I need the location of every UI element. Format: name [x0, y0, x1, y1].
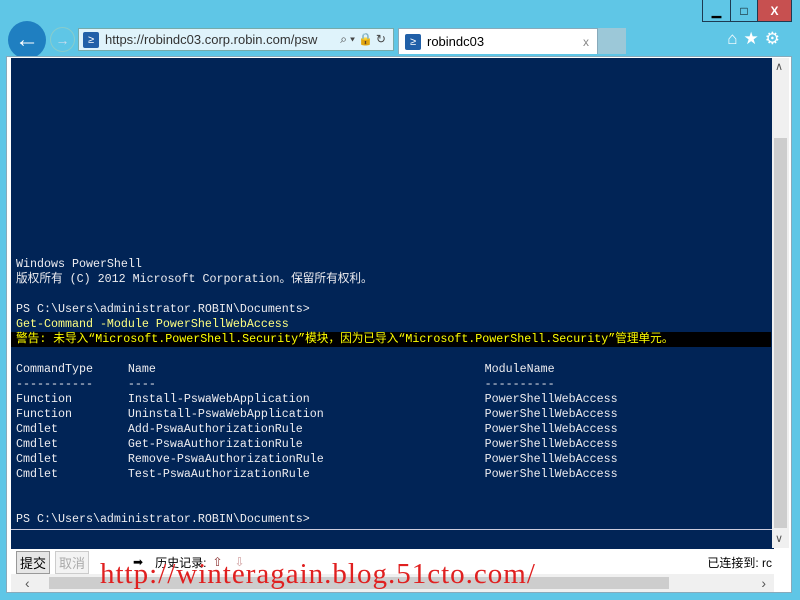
powershell-icon: ≥	[83, 31, 99, 48]
scroll-right-icon[interactable]: ›	[761, 575, 766, 591]
home-favorites-settings-icons[interactable]: ⌂★⚙	[727, 29, 786, 49]
command-line: Get-Command -Module PowerShellWebAccess	[16, 317, 289, 331]
console-line: 版权所有 (C) 2012 Microsoft Corporation。保留所有…	[16, 272, 373, 286]
console-lines: Windows PowerShell 版权所有 (C) 2012 Microsof…	[11, 257, 771, 527]
arrow-left-icon: ←	[15, 26, 39, 53]
forward-button[interactable]: →	[50, 27, 75, 52]
back-button[interactable]: ←	[8, 21, 46, 59]
arrow-right-icon: →	[55, 31, 70, 48]
console-line: Windows PowerShell	[16, 257, 142, 271]
console-line: Function Uninstall-PswaWebApplication Po…	[16, 407, 618, 421]
console-line: PS C:\Users\administrator.ROBIN\Document…	[16, 302, 310, 316]
scroll-up-icon[interactable]: ∧	[775, 60, 783, 73]
console-line: PS C:\Users\administrator.ROBIN\Document…	[16, 512, 310, 526]
close-button[interactable]: X	[757, 0, 791, 21]
powershell-icon: ≥	[405, 33, 421, 50]
vertical-scrollbar[interactable]: ∧ ∨	[772, 58, 789, 548]
cancel-button[interactable]: 取消	[55, 550, 90, 574]
console-line: Cmdlet Test-PswaAuthorizationRule PowerS…	[16, 467, 618, 481]
connection-status: 已连接到: rc	[707, 555, 772, 570]
scroll-thumb[interactable]	[774, 138, 787, 528]
submit-button[interactable]: 提交	[16, 550, 51, 574]
scroll-left-icon[interactable]: ‹	[25, 575, 30, 591]
scroll-down-icon[interactable]: ∨	[775, 532, 783, 545]
console-line: CommandType Name ModuleName	[16, 362, 555, 376]
console-output: Windows PowerShell 版权所有 (C) 2012 Microsof…	[11, 58, 774, 529]
minimize-button[interactable]: ▁	[703, 0, 730, 21]
maximize-button[interactable]: □	[730, 0, 757, 21]
warning-line: 警告: 未导入“Microsoft.PowerShell.Security”模块…	[11, 332, 771, 347]
command-input[interactable]	[11, 529, 774, 549]
new-tab-button[interactable]	[598, 28, 626, 54]
tab-title: robindc03	[427, 34, 485, 49]
address-bar[interactable]: ≥ https://robindc03.corp.robin.com/psw ⌕…	[78, 28, 394, 51]
console-line: Function Install-PswaWebApplication Powe…	[16, 392, 618, 406]
address-tools-icons[interactable]: ⌕▾🔒↻	[340, 32, 393, 47]
watermark: http://winteragain.blog.51cto.com/	[100, 558, 536, 590]
console-line: ----------- ---- ----------	[16, 377, 555, 391]
console-line: Cmdlet Remove-PswaAuthorizationRule Powe…	[16, 452, 618, 466]
url-text[interactable]: https://robindc03.corp.robin.com/psw	[105, 32, 340, 47]
tab-close-icon[interactable]: x	[583, 35, 589, 49]
window-controls: ▁ □ X	[702, 0, 792, 22]
console-line: Cmdlet Get-PswaAuthorizationRule PowerSh…	[16, 437, 618, 451]
console-line: Cmdlet Add-PswaAuthorizationRule PowerSh…	[16, 422, 618, 436]
tab-robindc03[interactable]: ≥ robindc03 x	[398, 28, 598, 54]
page-content: Windows PowerShell 版权所有 (C) 2012 Microsof…	[6, 56, 792, 593]
